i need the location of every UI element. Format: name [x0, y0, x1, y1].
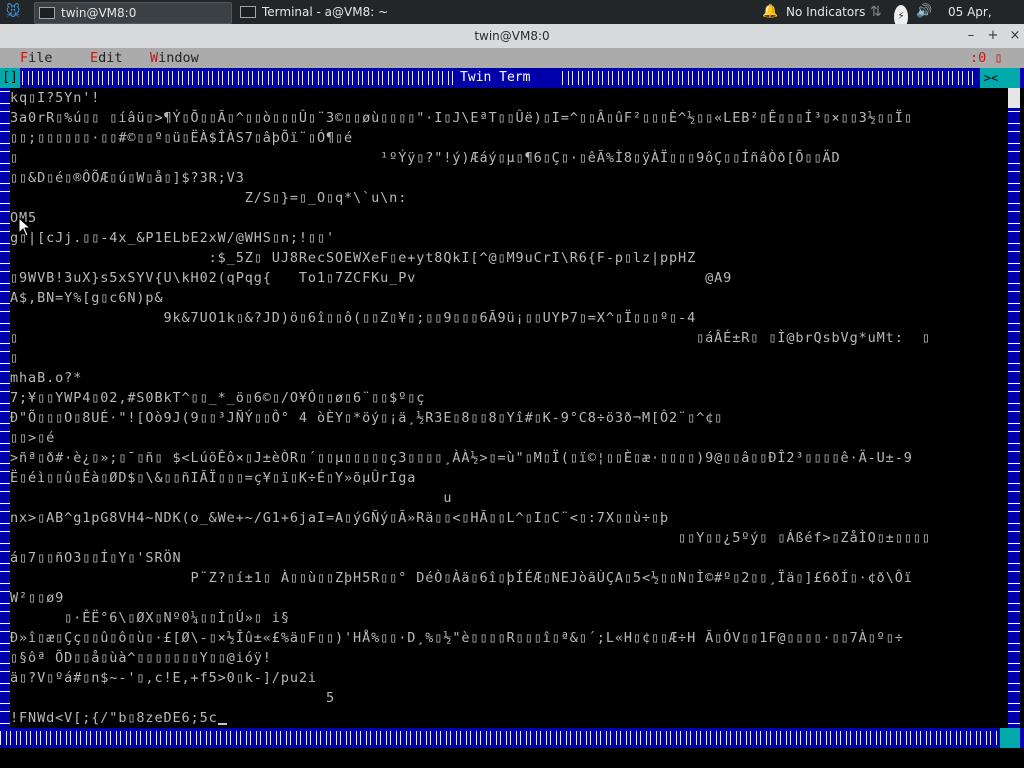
terminal-line: ▯▯Y▯▯¿5ºý▯ ▯Áßéf>▯ZåÌO▯±▯▯▯▯	[10, 530, 931, 546]
menu-label: indow	[158, 50, 199, 66]
term-window-title: Twin Term	[460, 70, 531, 85]
terminal-line: P¨Z?▯í±1▯ À▯▯ù▯▯ZþH5R▯▯° DéÒ▯Àä▯6î▯þÍÉÆ▯…	[10, 570, 913, 586]
term-resize-button[interactable]: ><	[980, 68, 1002, 88]
twin-term-window: [] Twin Term >< kq▯I?5Yn'! 3a0rR▯%ú▯▯ ▯íâ…	[0, 68, 1024, 748]
scrollbar-thumb[interactable]	[1008, 88, 1020, 108]
terminal-line: g▯|[cJj.▯▯-4x_&P1ELbE2xW/@WHS▯n;!▯▯'	[10, 230, 335, 246]
terminal-line: á▯7▯▯ñO3▯▯Í▯Y▯'SRÖN	[10, 550, 182, 566]
terminal-line: A$,BN=Y%[g▯c6N)p&	[10, 290, 164, 306]
terminal-line: ▯·ÊË°6\▯ØX▯Nº0¼▯▯Ì▯Ú»▯ i§	[10, 610, 290, 626]
text-cursor	[217, 723, 227, 725]
screen-indicator: :0 ▯	[970, 50, 1003, 66]
network-icon[interactable]: ⇅	[870, 0, 882, 24]
terminal-line: >ñª▯ð#·è¿▯»;▯¯▯ñ▯ $<LúõÊô×▯J±èÒR▯´▯▯µ▯▯▯…	[10, 450, 913, 466]
menu-window[interactable]: Window	[150, 48, 199, 68]
terminal-line: ▯	[10, 350, 20, 366]
bell-icon[interactable]: 🔔	[762, 0, 778, 24]
terminal-line: ▯ ▯áÂÉ±R▯ ▯Ì@brQsbVg*uMt: ▯	[10, 330, 931, 346]
frame-pattern	[22, 71, 454, 85]
terminal-line: :$_5Z▯ UJ8RecSOEWXeF▯e+yt8QkI[^@▯M9uCrI\…	[10, 250, 697, 266]
terminal-line: Ë▯éì▯▯û▯Éà▯ØD$▯\&▯▯ñIÃÏ▯▯▯=ç¥▯ï▯K÷É▯Y»õµ…	[10, 470, 417, 486]
terminal-line: ▯▯;▯▯▯▯▯▯·▯▯#©▯▯º▯ü▯ËÀ$ÎÀS7▯âþÕï¨▯Ó¶▯é	[10, 130, 354, 146]
term-close-button[interactable]: []	[0, 68, 20, 88]
menu-hotkey: F	[20, 50, 29, 66]
terminal-line: ä▯?V▯ºá#▯n$~-'▯,c!E,+f5>0▯k-]/pu2i	[10, 670, 317, 686]
window-title: twin@VM8:0	[474, 29, 550, 43]
taskbar-item-label: Terminal - a@VM8: ~	[262, 5, 389, 19]
twin-menubar: File Edit Window :0 ▯	[0, 48, 1024, 68]
term-scrollbar[interactable]	[1008, 88, 1020, 728]
terminal-line: nx>▯AB^g1pG8VH4~NDK(o_&We+~/G1+6jaI=A▯ýG…	[10, 510, 670, 526]
term-bottom-border	[0, 728, 1024, 748]
window-icon	[39, 7, 55, 19]
menu-edit[interactable]: Edit	[90, 48, 123, 68]
clock[interactable]: 05 Apr, 19:09	[948, 0, 1024, 43]
terminal-line: 3a0rR▯%ú▯▯ ▯íâü▯>¶Ý▯Õ▯▯Ã▯^▯▯ò▯▯▯Û▯¨3©▯▯ø…	[10, 110, 913, 126]
indicators-label[interactable]: No Indicators	[786, 0, 865, 24]
terminal-line: ▯▯>▯é	[10, 430, 56, 446]
window-titlebar[interactable]: twin@VM8:0 – + ×	[0, 24, 1024, 48]
menu-hotkey: E	[90, 50, 99, 66]
close-button[interactable]: ×	[1006, 24, 1024, 48]
terminal-output[interactable]: kq▯I?5Yn'! 3a0rR▯%ú▯▯ ▯íâü▯>¶Ý▯Õ▯▯Ã▯^▯▯ò▯…	[10, 88, 1006, 728]
menu-label: dit	[98, 50, 123, 66]
term-window-titlebar[interactable]: [] Twin Term ><	[0, 68, 1024, 88]
minimize-button[interactable]: –	[962, 24, 980, 48]
terminal-line: kq▯I?5Yn'!	[10, 90, 101, 106]
terminal-line: W²▯▯ø9	[10, 590, 65, 606]
terminal-line: ▯▯&D▯é▯®ÔÕÆ▯ú▯W▯å▯]$?3R;V3	[10, 170, 245, 186]
terminal-line: ▯ ¹ºÝÿ▯?"!ý)Æáý▯µ▯¶6▯Ç▯·▯êÃ%Ì8▯ÿÀÏ▯▯▯9ôÇ…	[10, 150, 841, 166]
frame-pattern	[562, 71, 978, 85]
volume-icon[interactable]: 🔊	[916, 0, 932, 24]
terminal-line: ▯9WVB!3uX}s5xSYV{U\kH02(qPqg{ To1▯7ZCFKu…	[10, 270, 733, 286]
terminal-line: 7;¥▯▯YWP4▯02,#S0BkT^▯▯_*_ö▯6©▯/O¥Ó▯▯ø▯6¨…	[10, 390, 426, 406]
terminal-icon	[240, 6, 256, 18]
maximize-button[interactable]: +	[984, 24, 1002, 48]
term-resize-corner[interactable]	[1000, 728, 1020, 748]
menu-hotkey: W	[150, 50, 159, 66]
terminal-line: Ð»î▯æ▯Çç▯▯û▯ô▯ù▯·£[Ø\-▯×½Îû±«£%ä▯F▯▯)'HÅ…	[10, 630, 904, 646]
term-corner	[1000, 68, 1020, 88]
terminal-line: 5	[10, 690, 335, 706]
terminal-line: ▯§ôª ÕD▯▯å▯ùà^▯▯▯▯▯▯▯Y▯▯@ióÿ!	[10, 650, 272, 666]
menu-label: ile	[28, 50, 53, 66]
term-left-border	[0, 88, 10, 728]
terminal-line: u	[10, 490, 453, 506]
taskbar-item-terminal[interactable]: Terminal - a@VM8: ~	[236, 2, 432, 22]
menu-file[interactable]: File	[20, 48, 53, 68]
terminal-line: Ð"Õ▯▯▯O▯8UÉ·"![Oò9J(9▯▯³JÑÝ▯▯Ô° 4 òÈY▯*ö…	[10, 410, 724, 426]
xfce-menu-icon[interactable]: 🐭	[2, 0, 24, 24]
mouse-pointer-icon	[18, 217, 32, 237]
terminal-line: 9k&7UO1k▯&?JD)ö▯6î▯▯ô(▯▯Z▯¥▯;▯▯9▯▯▯6Ã9ü¡…	[10, 310, 697, 326]
taskbar-item-label: twin@VM8:0	[61, 6, 137, 20]
terminal-line: mhaB.o?*	[10, 370, 83, 386]
frame-pattern	[0, 731, 1000, 745]
terminal-line: !FNWd<V[;{/"b▯8zeDE6;5c	[10, 708, 227, 728]
top-panel: 🐭 twin@VM8:0 Terminal - a@VM8: ~ 🔔 No In…	[0, 0, 1024, 43]
terminal-line: Z/S▯}=▯_O▯q*\`u\n:	[10, 190, 408, 206]
taskbar-item-twin[interactable]: twin@VM8:0	[34, 2, 232, 24]
